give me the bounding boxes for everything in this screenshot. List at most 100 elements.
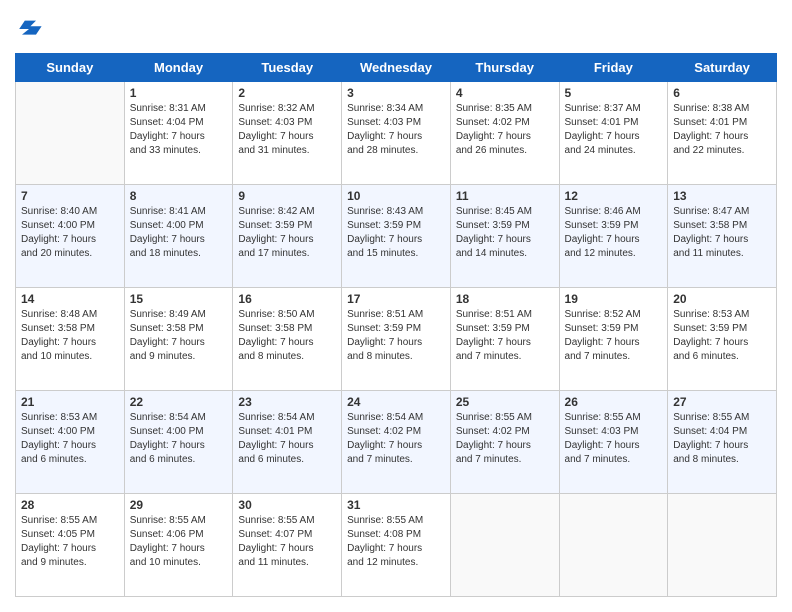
calendar-cell: 23Sunrise: 8:54 AM Sunset: 4:01 PM Dayli… <box>233 391 342 494</box>
calendar-cell: 13 Sunrise: 8:47 AM Sunset: 3:58 PM Dayli… <box>668 185 777 288</box>
calendar-cell: 28 Sunrise: 8:55 AM Sunset: 4:05 PM Dayli… <box>16 494 125 597</box>
day-number: 31 <box>347 498 445 512</box>
logo <box>15 15 45 43</box>
calendar-cell <box>16 82 125 185</box>
day-header-monday: Monday <box>124 54 233 82</box>
day-info: Sunrise: 8:37 AM Sunset: 4:01 PM Dayligh… <box>565 102 663 158</box>
day-number: 20 <box>673 292 771 306</box>
day-header-thursday: Thursday <box>450 54 559 82</box>
day-info: Sunrise: 8:47 AM Sunset: 3:58 PM Dayligh… <box>673 205 771 261</box>
header <box>15 15 777 43</box>
day-info: Sunrise: 8:54 AM Sunset: 4:02 PM Dayligh… <box>347 411 445 467</box>
calendar-cell <box>450 494 559 597</box>
day-number: 10 <box>347 189 445 203</box>
calendar-cell: 11 Sunrise: 8:45 AM Sunset: 3:59 PM Dayli… <box>450 185 559 288</box>
calendar-cell: 15 Sunrise: 8:49 AM Sunset: 3:58 PM Dayli… <box>124 288 233 391</box>
day-header-saturday: Saturday <box>668 54 777 82</box>
day-info: Sunrise: 8:52 AM Sunset: 3:59 PM Dayligh… <box>565 308 663 364</box>
day-number: 11 <box>456 189 554 203</box>
calendar-cell: 27 Sunrise: 8:55 AM Sunset: 4:04 PM Dayli… <box>668 391 777 494</box>
day-number: 26 <box>565 395 663 409</box>
page-container: SundayMondayTuesdayWednesdayThursdayFrid… <box>0 0 792 612</box>
day-header-wednesday: Wednesday <box>342 54 451 82</box>
day-info: Sunrise: 8:46 AM Sunset: 3:59 PM Dayligh… <box>565 205 663 261</box>
day-number: 15 <box>130 292 228 306</box>
day-number: 25 <box>456 395 554 409</box>
day-info: Sunrise: 8:51 AM Sunset: 3:59 PM Dayligh… <box>456 308 554 364</box>
calendar-header-row: SundayMondayTuesdayWednesdayThursdayFrid… <box>16 54 777 82</box>
calendar-cell: 5Sunrise: 8:37 AM Sunset: 4:01 PM Daylig… <box>559 82 668 185</box>
calendar-week-row: 1 Sunrise: 8:31 AM Sunset: 4:04 PM Daylig… <box>16 82 777 185</box>
day-number: 18 <box>456 292 554 306</box>
day-info: Sunrise: 8:41 AM Sunset: 4:00 PM Dayligh… <box>130 205 228 261</box>
day-number: 23 <box>238 395 336 409</box>
day-info: Sunrise: 8:31 AM Sunset: 4:04 PM Dayligh… <box>130 102 228 158</box>
calendar-cell: 17 Sunrise: 8:51 AM Sunset: 3:59 PM Dayli… <box>342 288 451 391</box>
calendar-cell: 21 Sunrise: 8:53 AM Sunset: 4:00 PM Dayli… <box>16 391 125 494</box>
day-number: 1 <box>130 86 228 100</box>
day-info: Sunrise: 8:50 AM Sunset: 3:58 PM Dayligh… <box>238 308 336 364</box>
calendar-cell: 19 Sunrise: 8:52 AM Sunset: 3:59 PM Dayli… <box>559 288 668 391</box>
calendar-cell: 10 Sunrise: 8:43 AM Sunset: 3:59 PM Dayli… <box>342 185 451 288</box>
logo-icon <box>15 15 43 43</box>
day-info: Sunrise: 8:55 AM Sunset: 4:08 PM Dayligh… <box>347 514 445 570</box>
calendar-cell: 14Sunrise: 8:48 AM Sunset: 3:58 PM Dayli… <box>16 288 125 391</box>
day-number: 29 <box>130 498 228 512</box>
calendar-cell: 29 Sunrise: 8:55 AM Sunset: 4:06 PM Dayli… <box>124 494 233 597</box>
day-info: Sunrise: 8:55 AM Sunset: 4:06 PM Dayligh… <box>130 514 228 570</box>
day-info: Sunrise: 8:32 AM Sunset: 4:03 PM Dayligh… <box>238 102 336 158</box>
day-number: 8 <box>130 189 228 203</box>
day-info: Sunrise: 8:53 AM Sunset: 4:00 PM Dayligh… <box>21 411 119 467</box>
day-info: Sunrise: 8:40 AM Sunset: 4:00 PM Dayligh… <box>21 205 119 261</box>
day-number: 22 <box>130 395 228 409</box>
calendar-cell <box>559 494 668 597</box>
day-number: 9 <box>238 189 336 203</box>
day-number: 16 <box>238 292 336 306</box>
day-number: 3 <box>347 86 445 100</box>
calendar-cell: 6 Sunrise: 8:38 AM Sunset: 4:01 PM Daylig… <box>668 82 777 185</box>
calendar-cell: 8 Sunrise: 8:41 AM Sunset: 4:00 PM Daylig… <box>124 185 233 288</box>
day-info: Sunrise: 8:35 AM Sunset: 4:02 PM Dayligh… <box>456 102 554 158</box>
day-info: Sunrise: 8:55 AM Sunset: 4:04 PM Dayligh… <box>673 411 771 467</box>
calendar-cell: 24 Sunrise: 8:54 AM Sunset: 4:02 PM Dayli… <box>342 391 451 494</box>
calendar-cell: 18 Sunrise: 8:51 AM Sunset: 3:59 PM Dayli… <box>450 288 559 391</box>
day-number: 21 <box>21 395 119 409</box>
day-info: Sunrise: 8:34 AM Sunset: 4:03 PM Dayligh… <box>347 102 445 158</box>
day-number: 14 <box>21 292 119 306</box>
calendar-cell: 20 Sunrise: 8:53 AM Sunset: 3:59 PM Dayli… <box>668 288 777 391</box>
day-info: Sunrise: 8:51 AM Sunset: 3:59 PM Dayligh… <box>347 308 445 364</box>
calendar-cell: 3 Sunrise: 8:34 AM Sunset: 4:03 PM Daylig… <box>342 82 451 185</box>
day-number: 6 <box>673 86 771 100</box>
calendar-cell: 7 Sunrise: 8:40 AM Sunset: 4:00 PM Daylig… <box>16 185 125 288</box>
calendar-week-row: 21 Sunrise: 8:53 AM Sunset: 4:00 PM Dayli… <box>16 391 777 494</box>
day-number: 19 <box>565 292 663 306</box>
day-info: Sunrise: 8:43 AM Sunset: 3:59 PM Dayligh… <box>347 205 445 261</box>
calendar-cell: 22Sunrise: 8:54 AM Sunset: 4:00 PM Dayli… <box>124 391 233 494</box>
day-number: 13 <box>673 189 771 203</box>
day-number: 30 <box>238 498 336 512</box>
day-number: 24 <box>347 395 445 409</box>
day-number: 17 <box>347 292 445 306</box>
calendar-cell: 26 Sunrise: 8:55 AM Sunset: 4:03 PM Dayli… <box>559 391 668 494</box>
day-number: 28 <box>21 498 119 512</box>
day-number: 7 <box>21 189 119 203</box>
day-number: 27 <box>673 395 771 409</box>
day-header-tuesday: Tuesday <box>233 54 342 82</box>
day-info: Sunrise: 8:49 AM Sunset: 3:58 PM Dayligh… <box>130 308 228 364</box>
day-info: Sunrise: 8:45 AM Sunset: 3:59 PM Dayligh… <box>456 205 554 261</box>
calendar-cell: 16 Sunrise: 8:50 AM Sunset: 3:58 PM Dayli… <box>233 288 342 391</box>
day-info: Sunrise: 8:55 AM Sunset: 4:03 PM Dayligh… <box>565 411 663 467</box>
day-info: Sunrise: 8:38 AM Sunset: 4:01 PM Dayligh… <box>673 102 771 158</box>
day-header-friday: Friday <box>559 54 668 82</box>
calendar-cell: 25 Sunrise: 8:55 AM Sunset: 4:02 PM Dayli… <box>450 391 559 494</box>
calendar-week-row: 7 Sunrise: 8:40 AM Sunset: 4:00 PM Daylig… <box>16 185 777 288</box>
day-info: Sunrise: 8:55 AM Sunset: 4:05 PM Dayligh… <box>21 514 119 570</box>
day-number: 12 <box>565 189 663 203</box>
calendar-table: SundayMondayTuesdayWednesdayThursdayFrid… <box>15 53 777 597</box>
day-info: Sunrise: 8:55 AM Sunset: 4:02 PM Dayligh… <box>456 411 554 467</box>
calendar-cell: 9Sunrise: 8:42 AM Sunset: 3:59 PM Daylig… <box>233 185 342 288</box>
day-info: Sunrise: 8:53 AM Sunset: 3:59 PM Dayligh… <box>673 308 771 364</box>
calendar-week-row: 14Sunrise: 8:48 AM Sunset: 3:58 PM Dayli… <box>16 288 777 391</box>
day-number: 2 <box>238 86 336 100</box>
calendar-cell: 2 Sunrise: 8:32 AM Sunset: 4:03 PM Daylig… <box>233 82 342 185</box>
